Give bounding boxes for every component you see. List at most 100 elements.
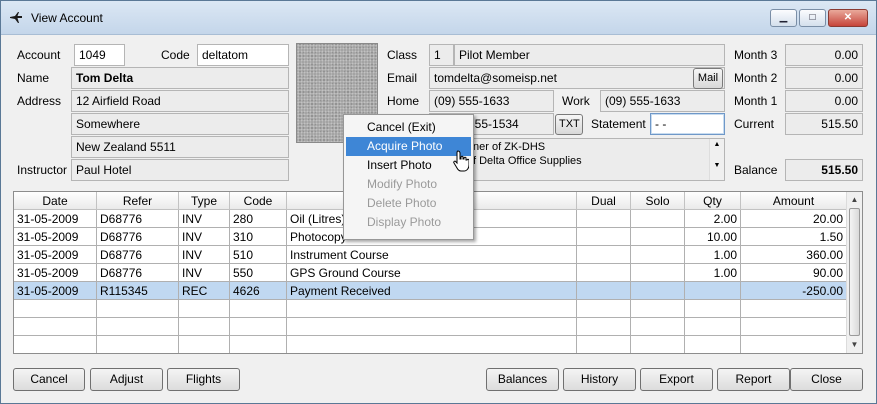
code-label: Code [161,48,190,62]
close-button[interactable]: Close [790,368,863,391]
table-cell: 31-05-2009 [14,246,97,264]
table-cell: 280 [230,210,287,228]
balances-button[interactable]: Balances [486,368,559,391]
scroll-up-icon: ▲ [850,195,859,204]
table-cell: D68776 [97,228,179,246]
txt-button[interactable]: TXT [555,114,583,135]
class-number-field[interactable]: 1 [429,44,454,66]
table-cell: -250.00 [741,282,847,300]
name-field[interactable]: Tom Delta [71,67,289,89]
address-line-1-field[interactable]: 12 Airfield Road [71,90,289,112]
menu-item-cancel-exit[interactable]: Cancel (Exit) [346,118,471,137]
work-phone-field[interactable]: (09) 555-1633 [600,90,725,112]
instructor-field[interactable]: Paul Hotel [71,159,289,181]
table-cell [577,228,631,246]
adjust-button[interactable]: Adjust [90,368,163,391]
table-row[interactable] [14,318,847,336]
address-line-3-field[interactable]: New Zealand 5511 [71,136,289,158]
column-header[interactable]: Dual [577,192,631,210]
code-field[interactable]: deltatom [197,44,289,66]
column-header[interactable]: Code [230,192,287,210]
balance-field: 515.50 [785,159,863,181]
statement-field[interactable]: - - [650,113,725,135]
column-header[interactable]: Refer [97,192,179,210]
history-button[interactable]: History [563,368,636,391]
table-cell: INV [179,228,230,246]
email-field[interactable]: tomdelta@someisp.net [429,67,725,89]
table-cell: 31-05-2009 [14,264,97,282]
table-cell: 31-05-2009 [14,282,97,300]
table-cell [179,300,230,318]
mail-button[interactable]: Mail [693,68,723,89]
table-row[interactable]: 31-05-2009 D68776 INV 550 GPS Ground Course 1… [14,264,847,282]
notes-scrollbar[interactable]: ▲ ▼ [709,139,724,180]
cancel-button[interactable]: Cancel [13,368,85,391]
column-header[interactable]: Date [14,192,97,210]
report-button[interactable]: Report [717,368,790,391]
notes-line: f Delta Office Supplies [473,155,582,167]
table-cell: GPS Ground Course [287,264,577,282]
close-icon: ✕ [843,12,853,23]
table-cell: R115345 [97,282,179,300]
home-phone-field[interactable]: (09) 555-1633 [429,90,554,112]
table-cell [631,300,685,318]
table-row[interactable] [14,336,847,353]
table-cell [631,210,685,228]
table-cell [287,318,577,336]
table-cell: 31-05-2009 [14,210,97,228]
scroll-up-icon: ▲ [713,141,721,148]
menu-item-delete-photo[interactable]: Delete Photo [346,194,471,213]
current-label: Current [734,117,775,131]
table-scrollbar[interactable]: ▲ ▼ [846,192,862,353]
flights-button[interactable]: Flights [167,368,240,391]
scrollbar-thumb[interactable] [849,208,860,336]
month2-label: Month 2 [734,71,778,85]
table-cell [631,264,685,282]
table-cell [685,336,741,353]
class-name-field[interactable]: Pilot Member [454,44,725,66]
column-header[interactable]: Solo [631,192,685,210]
table-cell [287,336,577,353]
maximize-button[interactable]: □ [799,9,826,27]
title-bar[interactable]: View Account ▁ □ ✕ [1,1,876,35]
table-cell [230,318,287,336]
table-cell [685,282,741,300]
table-cell: 31-05-2009 [14,228,97,246]
table-cell [287,300,577,318]
table-cell: REC [179,282,230,300]
menu-item-display-photo[interactable]: Display Photo [346,213,471,232]
table-row[interactable] [14,300,847,318]
minimize-button[interactable]: ▁ [770,9,797,27]
export-button[interactable]: Export [640,368,713,391]
menu-item-modify-photo[interactable]: Modify Photo [346,175,471,194]
address-line-2-field[interactable]: Somewhere [71,113,289,135]
table-cell [179,318,230,336]
column-header[interactable]: Amount [741,192,847,210]
address-label: Address [17,94,62,108]
table-cell: 2.00 [685,210,741,228]
column-header[interactable]: Type [179,192,230,210]
table-row[interactable]: 31-05-2009 D68776 INV 510 Instrument Course 1… [14,246,847,264]
table-cell: INV [179,210,230,228]
table-cell: INV [179,246,230,264]
table-cell: 90.00 [741,264,847,282]
home-label: Home [387,94,420,108]
table-cell [631,246,685,264]
table-row[interactable]: 31-05-2009 R115345 REC 4626 Payment Received… [14,282,847,300]
table-cell: D68776 [97,246,179,264]
table-cell [577,282,631,300]
table-cell [97,318,179,336]
table-cell: D68776 [97,210,179,228]
table-cell: 10.00 [685,228,741,246]
close-window-button[interactable]: ✕ [828,9,868,27]
table-cell [97,300,179,318]
column-header[interactable]: Qty [685,192,741,210]
table-cell [230,336,287,353]
table-cell [741,318,847,336]
account-field[interactable]: 1049 [74,44,125,66]
scroll-down-icon: ▼ [713,162,721,169]
table-cell: 550 [230,264,287,282]
table-cell: Instrument Course [287,246,577,264]
current-field: 515.50 [785,113,863,135]
month3-label: Month 3 [734,48,778,62]
